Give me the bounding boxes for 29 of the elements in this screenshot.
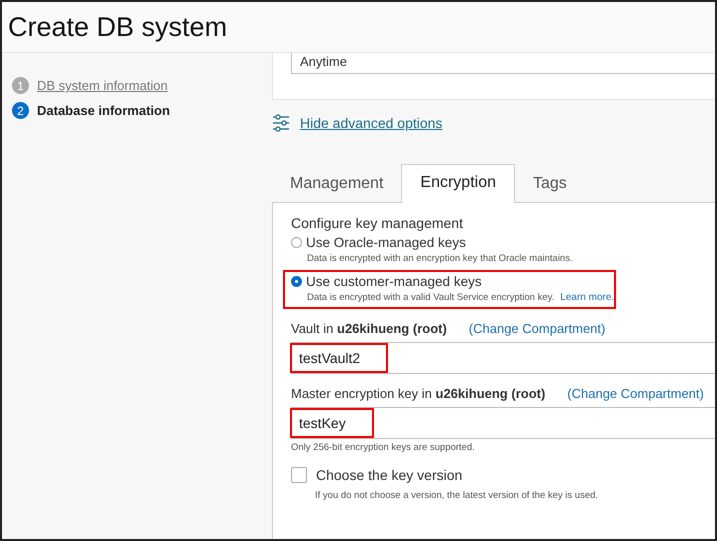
help-text: Data is encrypted with a valid Vault Service encryption key. (307, 292, 554, 303)
checkbox-label: Choose the key version (316, 467, 462, 483)
help-text: Only 256-bit encryption keys are supported. (291, 442, 476, 453)
step-number: 1 (12, 77, 29, 94)
field-label: Vault in u26kihueng (root) (291, 321, 447, 336)
group-label: Configure key management (291, 215, 464, 231)
hide-advanced-options-link[interactable]: Hide advanced options (300, 115, 442, 131)
sliders-icon (272, 114, 290, 132)
schedule-field[interactable]: Anytime (291, 53, 715, 74)
tab[interactable]: Management (272, 166, 402, 202)
step-link[interactable]: DB system information (37, 78, 168, 93)
select-field[interactable]: testKey (291, 407, 715, 439)
change-compartment-link[interactable]: (Change Compartment) (468, 321, 606, 336)
step-number: 2 (12, 102, 29, 119)
step-link[interactable]: Database information (37, 103, 170, 118)
checkbox[interactable] (291, 467, 307, 483)
help-text: If you do not choose a version, the latest version of the key is used. (314, 490, 600, 501)
select-field[interactable]: testVault2 (291, 342, 715, 374)
radio-button[interactable] (291, 237, 302, 248)
change-compartment-link[interactable]: (Change Compartment) (567, 386, 704, 401)
field-label: Master encryption key in u26kihueng (root) (291, 386, 546, 401)
help-text: Data is encrypted with an encryption key that Oracle maintains. (307, 253, 573, 264)
option-label: Use Oracle-managed keys (306, 235, 466, 250)
tab[interactable]: Encryption (401, 164, 515, 203)
learn-more-link[interactable]: Learn more. (560, 292, 614, 303)
page-title: Create DB system (8, 12, 228, 42)
option-label: Use customer-managed keys (306, 274, 482, 289)
tab[interactable]: Tags (514, 166, 585, 202)
radio-button[interactable] (291, 276, 302, 287)
